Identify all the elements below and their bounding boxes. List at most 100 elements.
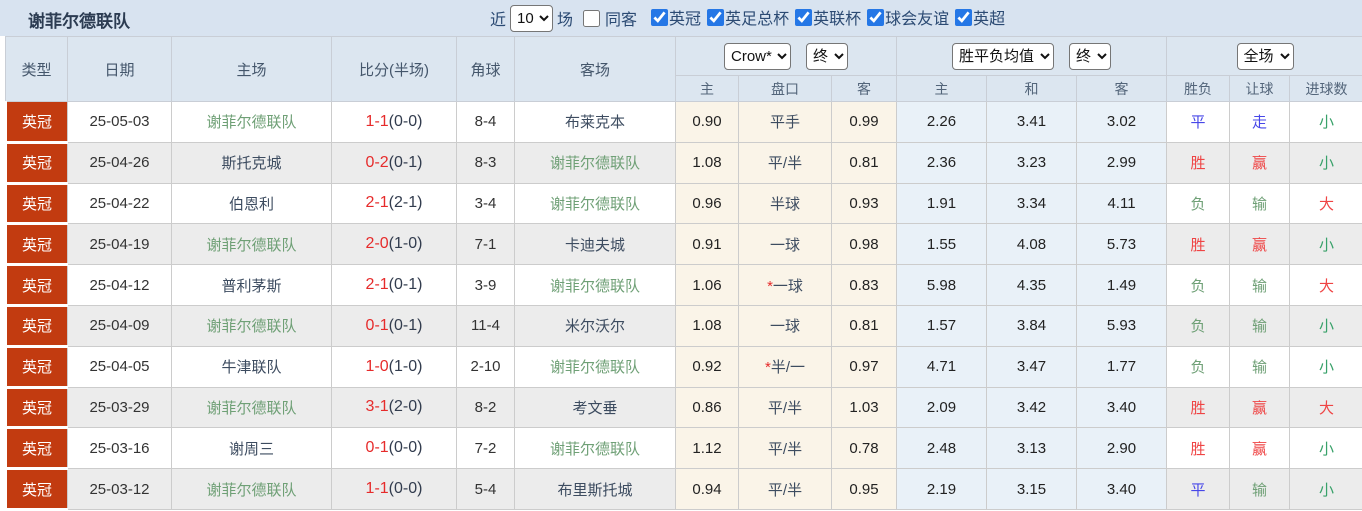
league-filter-2[interactable]: 英联杯 (789, 5, 861, 29)
fulltime-score: 2-1 (366, 194, 389, 211)
odds-home-value: 0.96 (676, 183, 739, 224)
away-team-link[interactable]: 谢菲尔德联队 (515, 183, 676, 224)
home-team-link[interactable]: 谢菲尔德联队 (172, 387, 332, 428)
filter-controls: 近 10 场 同客 英冠英足总杯英联杯球会友谊英超 (486, 0, 1009, 36)
league-label: 英超 (973, 5, 1005, 29)
home-team-link[interactable]: 普利茅斯 (172, 265, 332, 306)
result-goals: 小 (1290, 142, 1362, 183)
result-handicap: 输 (1230, 346, 1290, 387)
home-team-link[interactable]: 伯恩利 (172, 183, 332, 224)
handicap-value: 一球 (770, 237, 800, 254)
league-checkbox[interactable] (867, 9, 884, 26)
result-handicap: 输 (1230, 305, 1290, 346)
home-team-link[interactable]: 谢周三 (172, 428, 332, 469)
handicap-cell: *一球 (739, 265, 832, 306)
away-team-link[interactable]: 谢菲尔德联队 (515, 428, 676, 469)
result-handicap: 输 (1230, 183, 1290, 224)
away-team-link[interactable]: 谢菲尔德联队 (515, 265, 676, 306)
avg-draw-odds: 3.34 (987, 183, 1077, 224)
result-wdl: 负 (1167, 265, 1230, 306)
odds-away-value: 0.93 (832, 183, 897, 224)
avg-lose-odds: 3.40 (1077, 469, 1167, 510)
avg-draw-odds: 3.42 (987, 387, 1077, 428)
match-date: 25-04-22 (68, 183, 172, 224)
avg-state-select[interactable]: 终 (1069, 43, 1111, 70)
away-team-link[interactable]: 布莱克本 (515, 102, 676, 143)
table-row: 英冠 25-04-09 谢菲尔德联队 0-1(0-1) 11-4 米尔沃尔 1.… (6, 305, 1362, 346)
home-team-link[interactable]: 牛津联队 (172, 346, 332, 387)
away-team-link[interactable]: 谢菲尔德联队 (515, 346, 676, 387)
league-label: 英联杯 (813, 5, 861, 29)
handicap-cell: 平/半 (739, 142, 832, 183)
odds-company-select[interactable]: Crow* (724, 43, 791, 70)
away-team-link[interactable]: 谢菲尔德联队 (515, 142, 676, 183)
score-cell: 0-2(0-1) (332, 142, 457, 183)
home-team-link[interactable]: 谢菲尔德联队 (172, 224, 332, 265)
score-cell: 2-1(0-1) (332, 265, 457, 306)
avg-lose-odds: 4.11 (1077, 183, 1167, 224)
halftime-score: (0-0) (389, 439, 423, 456)
league-checkbox[interactable] (955, 9, 972, 26)
fulltime-score: 1-1 (366, 480, 389, 497)
home-team-link[interactable]: 谢菲尔德联队 (172, 102, 332, 143)
odds-state-select[interactable]: 终 (806, 43, 848, 70)
scope-select[interactable]: 全场 (1237, 43, 1294, 70)
away-team-link[interactable]: 布里斯托城 (515, 469, 676, 510)
result-goals: 小 (1290, 428, 1362, 469)
table-row: 英冠 25-03-12 谢菲尔德联队 1-1(0-0) 5-4 布里斯托城 0.… (6, 469, 1362, 510)
corner-score: 5-4 (457, 469, 515, 510)
result-goals: 大 (1290, 183, 1362, 224)
match-date: 25-03-16 (68, 428, 172, 469)
league-checkbox[interactable] (795, 9, 812, 26)
home-team-link[interactable]: 斯托克城 (172, 142, 332, 183)
subcol-let-goal: 让球 (1230, 76, 1290, 102)
score-cell: 0-1(0-0) (332, 428, 457, 469)
league-filter-1[interactable]: 英足总杯 (701, 5, 789, 29)
avg-type-select[interactable]: 胜平负均值 (952, 43, 1054, 70)
score-cell: 1-1(0-0) (332, 102, 457, 143)
odds-home-value: 0.94 (676, 469, 739, 510)
league-filter-4[interactable]: 英超 (949, 5, 1005, 29)
corner-score: 7-1 (457, 224, 515, 265)
result-wdl: 平 (1167, 469, 1230, 510)
avg-draw-odds: 3.13 (987, 428, 1077, 469)
league-type-badge: 英冠 (6, 142, 68, 183)
handicap-value: 平/半 (768, 441, 802, 458)
recent-count-select[interactable]: 10 (510, 5, 553, 32)
home-team-link[interactable]: 谢菲尔德联队 (172, 469, 332, 510)
league-filter-0[interactable]: 英冠 (645, 5, 701, 29)
odds-home-value: 0.90 (676, 102, 739, 143)
table-row: 英冠 25-05-03 谢菲尔德联队 1-1(0-0) 8-4 布莱克本 0.9… (6, 102, 1362, 143)
league-type-badge: 英冠 (6, 305, 68, 346)
match-date: 25-04-19 (68, 224, 172, 265)
away-team-link[interactable]: 卡迪夫城 (515, 224, 676, 265)
result-wdl: 负 (1167, 305, 1230, 346)
home-team-link[interactable]: 谢菲尔德联队 (172, 305, 332, 346)
score-cell: 3-1(2-0) (332, 387, 457, 428)
col-header-score: 比分(半场) (332, 37, 457, 102)
avg-win-odds: 2.48 (897, 428, 987, 469)
result-handicap: 输 (1230, 265, 1290, 306)
subcol-odds-home: 主 (676, 76, 739, 102)
league-filter-3[interactable]: 球会友谊 (861, 5, 949, 29)
same-venue-checkbox[interactable] (583, 10, 600, 27)
match-date: 25-03-12 (68, 469, 172, 510)
recent-label: 近 (490, 6, 506, 30)
subcol-avg-away: 客 (1077, 76, 1167, 102)
league-checkbox[interactable] (651, 9, 668, 26)
handicap-value: 平/半 (768, 482, 802, 499)
subcol-odds-away: 客 (832, 76, 897, 102)
fulltime-score: 0-1 (366, 439, 389, 456)
away-team-link[interactable]: 考文垂 (515, 387, 676, 428)
league-checkbox[interactable] (707, 9, 724, 26)
handicap-cell: 平/半 (739, 387, 832, 428)
col-header-corner: 角球 (457, 37, 515, 102)
odds-away-value: 0.98 (832, 224, 897, 265)
handicap-cell: 半球 (739, 183, 832, 224)
away-team-link[interactable]: 米尔沃尔 (515, 305, 676, 346)
match-date: 25-03-29 (68, 387, 172, 428)
handicap-value: 半/一 (771, 359, 805, 376)
odds-away-value: 0.81 (832, 305, 897, 346)
table-row: 英冠 25-03-16 谢周三 0-1(0-0) 7-2 谢菲尔德联队 1.12… (6, 428, 1362, 469)
result-handicap: 赢 (1230, 387, 1290, 428)
